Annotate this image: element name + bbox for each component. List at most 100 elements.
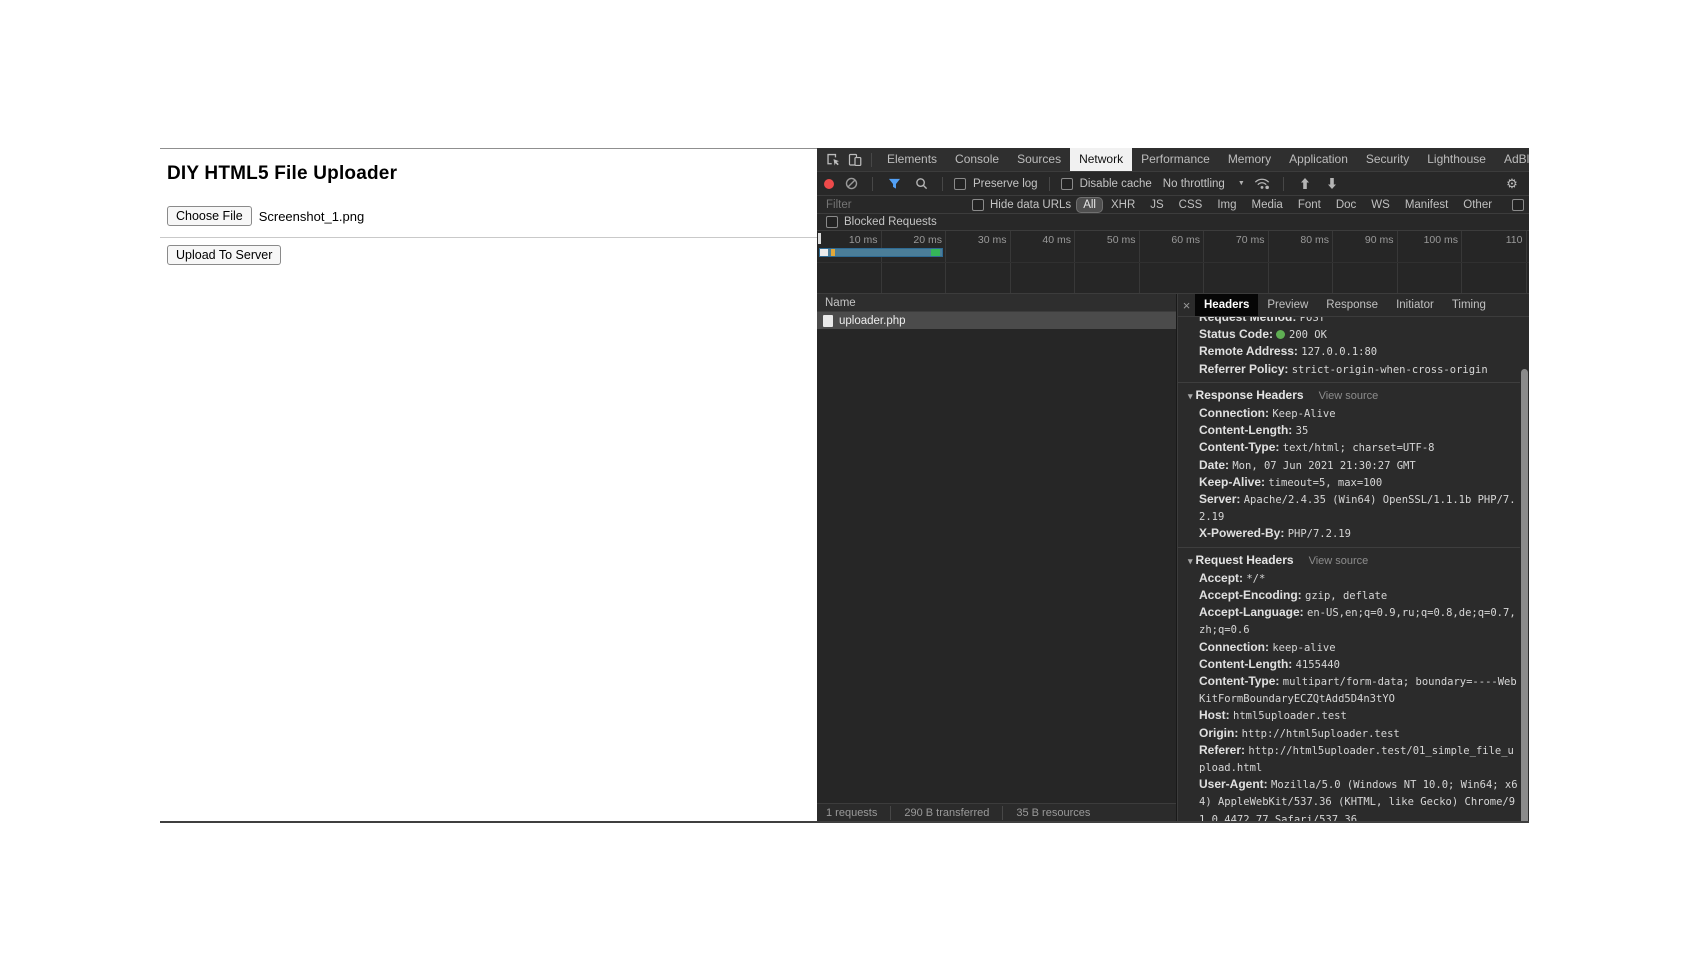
- filter-chip-css[interactable]: CSS: [1173, 198, 1209, 212]
- header-key: Connection:: [1199, 640, 1269, 654]
- view-source-link[interactable]: View source: [1319, 388, 1379, 404]
- devtools-tab-lighthouse[interactable]: Lighthouse: [1418, 148, 1495, 171]
- filter-chip-other[interactable]: Other: [1457, 198, 1498, 212]
- header-line: Content-Type: text/html; charset=UTF-8: [1185, 439, 1520, 456]
- devtools-tab-sources[interactable]: Sources: [1008, 148, 1070, 171]
- headers-content: Request Method: POSTStatus Code:200 OKRe…: [1178, 317, 1520, 821]
- details-tab-timing[interactable]: Timing: [1443, 294, 1495, 316]
- toolbar-separator: [871, 153, 872, 167]
- header-key: Date:: [1199, 458, 1229, 472]
- devtools-tab-elements[interactable]: Elements: [878, 148, 946, 171]
- network-conditions-icon[interactable]: [1252, 174, 1272, 194]
- header-value: */*: [1246, 573, 1265, 585]
- waterfall-start-marker: [831, 249, 835, 256]
- toolbar-separator: [872, 177, 873, 191]
- preserve-log-checkbox[interactable]: [954, 178, 966, 190]
- inspect-element-icon[interactable]: [823, 150, 843, 170]
- header-line: Status Code: 200 OK: [1185, 326, 1520, 343]
- hide-data-urls-label: Hide data URLs: [990, 199, 1071, 211]
- toolbar-separator: [1283, 177, 1284, 191]
- filter-input[interactable]: [817, 199, 966, 211]
- filter-chip-font[interactable]: Font: [1292, 198, 1327, 212]
- devtools-tab-application[interactable]: Application: [1280, 148, 1357, 171]
- header-line: Referer: http://html5uploader.test/01_si…: [1185, 742, 1520, 776]
- devtools-tab-memory[interactable]: Memory: [1219, 148, 1280, 171]
- timeline-midline: [817, 262, 1529, 263]
- has-blocked-cookies-checkbox[interactable]: [1512, 199, 1524, 211]
- search-icon[interactable]: [911, 174, 931, 194]
- request-row[interactable]: uploader.php: [817, 312, 1176, 329]
- details-tab-headers[interactable]: Headers: [1195, 294, 1258, 316]
- record-network-log-icon[interactable]: [824, 179, 834, 189]
- header-value: 200 OK: [1289, 329, 1327, 341]
- filter-chip-xhr[interactable]: XHR: [1105, 198, 1141, 212]
- header-key: Status Code:: [1199, 327, 1273, 341]
- filter-chip-all[interactable]: All: [1077, 198, 1102, 212]
- network-settings-gear-icon[interactable]: ⚙: [1502, 174, 1522, 194]
- devtools-tab-adblock[interactable]: AdBlock: [1495, 148, 1529, 171]
- blocked-requests-checkbox[interactable]: [826, 216, 838, 228]
- header-line: Accept: */*: [1185, 570, 1520, 587]
- filter-chip-ws[interactable]: WS: [1365, 198, 1396, 212]
- scrollbar-thumb[interactable]: [1521, 369, 1528, 821]
- header-value: 35: [1296, 425, 1309, 437]
- device-toolbar-icon[interactable]: [845, 150, 865, 170]
- details-scrollbar[interactable]: [1521, 317, 1528, 821]
- clear-network-log-icon[interactable]: [841, 174, 861, 194]
- network-overview-timeline[interactable]: 10 ms20 ms30 ms40 ms50 ms60 ms70 ms80 ms…: [817, 231, 1529, 294]
- header-key: Content-Type:: [1199, 674, 1279, 688]
- page-title: DIY HTML5 File Uploader: [167, 163, 817, 185]
- header-line: Content-Length: 4155440: [1185, 656, 1520, 673]
- toolbar-separator: [1049, 177, 1050, 191]
- header-key: Accept-Encoding:: [1199, 588, 1302, 602]
- header-key: Connection:: [1199, 406, 1269, 420]
- requests-name-column-header[interactable]: Name: [817, 294, 1176, 312]
- header-line: Host: html5uploader.test: [1185, 707, 1520, 724]
- details-tab-response[interactable]: Response: [1317, 294, 1387, 316]
- filter-chip-img[interactable]: Img: [1211, 198, 1242, 212]
- devtools-tab-security[interactable]: Security: [1357, 148, 1418, 171]
- devtools-tab-performance[interactable]: Performance: [1132, 148, 1219, 171]
- hide-data-urls-checkbox[interactable]: [972, 199, 984, 211]
- filter-chip-manifest[interactable]: Manifest: [1399, 198, 1454, 212]
- filter-funnel-icon[interactable]: [884, 174, 904, 194]
- request-waterfall-bar: [819, 248, 943, 257]
- throttling-select[interactable]: No throttling: [1163, 178, 1225, 190]
- toolbar-separator: [942, 177, 943, 191]
- timeline-handle[interactable]: [818, 233, 821, 244]
- section-title-request-headers[interactable]: ▾Request Headers: [1188, 552, 1294, 569]
- header-value: 4155440: [1296, 659, 1340, 671]
- header-key: User-Agent:: [1199, 777, 1268, 791]
- devtools-tab-console[interactable]: Console: [946, 148, 1008, 171]
- section-title-response-headers[interactable]: ▾Response Headers: [1188, 387, 1304, 404]
- header-value: timeout=5, max=100: [1268, 477, 1382, 489]
- disable-cache-checkbox[interactable]: [1061, 178, 1073, 190]
- network-action-bar: Preserve log Disable cache No throttling…: [817, 172, 1529, 196]
- upload-to-server-button[interactable]: Upload To Server: [167, 245, 281, 265]
- header-line: Content-Length: 35: [1185, 422, 1520, 439]
- header-value: keep-alive: [1272, 642, 1335, 654]
- filter-chip-js[interactable]: JS: [1144, 198, 1169, 212]
- header-key: Host:: [1199, 708, 1230, 722]
- header-value: Apache/2.4.35 (Win64) OpenSSL/1.1.1b PHP…: [1199, 494, 1516, 523]
- details-tab-preview[interactable]: Preview: [1258, 294, 1317, 316]
- header-value: POST: [1300, 317, 1325, 324]
- status-ok-dot-icon: [1276, 330, 1285, 339]
- waterfall-waiting-segment: [820, 249, 828, 256]
- export-har-icon[interactable]: [1322, 174, 1342, 194]
- header-value: Mon, 07 Jun 2021 21:30:27 GMT: [1232, 460, 1415, 472]
- view-source-link[interactable]: View source: [1309, 553, 1369, 569]
- details-tab-initiator[interactable]: Initiator: [1387, 294, 1443, 316]
- import-har-icon[interactable]: [1295, 174, 1315, 194]
- choose-file-button[interactable]: Choose File: [167, 206, 252, 226]
- header-line: Keep-Alive: timeout=5, max=100: [1185, 474, 1520, 491]
- filter-chip-media[interactable]: Media: [1246, 198, 1289, 212]
- blocked-requests-bar: Blocked Requests: [817, 214, 1529, 231]
- close-details-icon[interactable]: ×: [1178, 298, 1195, 313]
- name-column-label: Name: [825, 297, 856, 309]
- devtools-tab-network[interactable]: Network: [1070, 148, 1132, 171]
- upload-row: Upload To Server: [167, 245, 817, 265]
- request-name: uploader.php: [839, 315, 906, 327]
- filter-chip-doc[interactable]: Doc: [1330, 198, 1362, 212]
- header-key: Keep-Alive:: [1199, 475, 1265, 489]
